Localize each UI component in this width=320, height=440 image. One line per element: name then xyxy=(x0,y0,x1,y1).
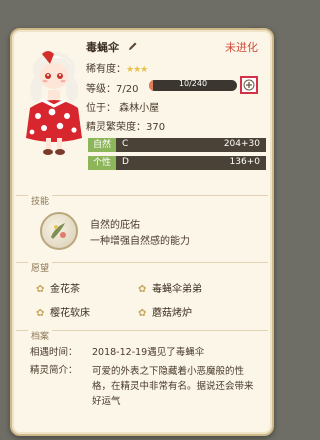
attribute-grade: C xyxy=(122,139,129,149)
attribute-grade: D xyxy=(122,157,129,167)
wish-label: 金花茶 xyxy=(50,284,80,295)
archive-title: 档案 xyxy=(28,329,53,342)
location-row: 位于： 森林小屋 xyxy=(86,103,160,114)
wish-item: ✿ 金花茶 xyxy=(36,280,80,295)
level-up-button[interactable] xyxy=(240,76,258,94)
spirit-info-panel: 毒蝇伞 未进化 稀有度：★★★ 等级：7/20 10/240 位于： 森林小屋 … xyxy=(10,28,274,436)
meet-label: 相遇时间： xyxy=(30,347,78,358)
attribute-nature: 自然 C 204+30 xyxy=(88,138,266,152)
intro-text: 可爱的外表之下隐藏着小恶魔般的性格，在精灵中非常有名。据说还会带来好运气 xyxy=(92,366,254,407)
level-label: 等级：7/20 xyxy=(86,84,139,95)
evolution-status: 未进化 xyxy=(225,41,258,54)
wish-label: 樱花软床 xyxy=(50,308,90,319)
wishes-title: 愿望 xyxy=(28,261,53,274)
exp-bar: 10/240 xyxy=(149,80,237,91)
name-row: 毒蝇伞 未进化 xyxy=(86,39,264,55)
attribute-tag: 个性 xyxy=(88,156,116,170)
divider xyxy=(16,330,268,331)
attribute-value: 204+30 xyxy=(223,139,260,149)
skill-name: 自然的庇佑 xyxy=(90,220,140,231)
skills-title: 技能 xyxy=(28,194,53,207)
nature-blessing-icon[interactable] xyxy=(40,212,78,250)
wish-item: ✿ 樱花软床 xyxy=(36,304,90,319)
wish-item: ✿ 毒蝇伞弟弟 xyxy=(138,280,202,295)
attribute-tag: 自然 xyxy=(88,138,116,152)
meet-value: 2018-12-19遇见了毒蝇伞 xyxy=(92,347,205,358)
attribute-personality: 个性 D 136+0 xyxy=(88,156,266,170)
spirit-name: 毒蝇伞 xyxy=(86,41,119,54)
rarity-stars-icon: ★★★ xyxy=(126,65,148,75)
skill-description: 一种增强自然感的能力 xyxy=(90,236,190,247)
exp-text: 10/240 xyxy=(178,80,208,88)
wish-item: ✿ 蘑菇烤炉 xyxy=(138,304,192,319)
prosperity-row: 精灵繁荣度：370 xyxy=(86,122,166,133)
divider xyxy=(16,262,268,263)
attribute-value: 136+0 xyxy=(229,157,260,167)
intro-label: 精灵简介： xyxy=(30,365,78,376)
rarity-label: 稀有度： xyxy=(86,64,126,75)
plus-icon xyxy=(243,79,255,91)
wish-label: 毒蝇伞弟弟 xyxy=(152,284,202,295)
spirit-portrait xyxy=(22,46,86,156)
flower-bullet-icon: ✿ xyxy=(138,284,147,295)
divider xyxy=(16,195,268,196)
rarity-row: 稀有度：★★★ xyxy=(86,60,148,75)
wish-label: 蘑菇烤炉 xyxy=(152,308,192,319)
flower-bullet-icon: ✿ xyxy=(36,308,45,319)
rename-pencil-icon[interactable] xyxy=(127,41,138,55)
flower-bullet-icon: ✿ xyxy=(138,308,147,319)
flower-bullet-icon: ✿ xyxy=(36,284,45,295)
